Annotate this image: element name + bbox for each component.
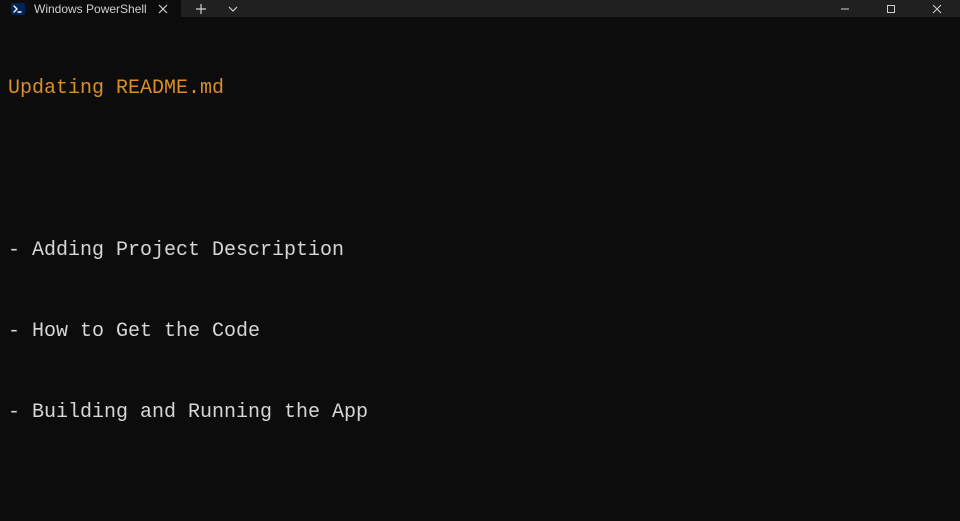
minimize-button[interactable] — [822, 0, 868, 17]
commit-bullet: - Building and Running the App — [8, 399, 952, 426]
tab-close-button[interactable] — [155, 1, 171, 17]
terminal-viewport[interactable]: Updating README.md - Adding Project Desc… — [0, 17, 960, 521]
maximize-button[interactable] — [868, 0, 914, 17]
tab-powershell[interactable]: Windows PowerShell — [0, 0, 181, 17]
blank-line — [8, 480, 952, 507]
titlebar: Windows PowerShell — [0, 0, 960, 17]
tab-actions — [181, 0, 253, 17]
tab-dropdown-button[interactable] — [219, 0, 247, 17]
blank-line — [8, 156, 952, 183]
titlebar-drag-area[interactable] — [253, 0, 822, 17]
powershell-icon — [10, 1, 26, 17]
window-controls — [822, 0, 960, 17]
commit-bullet: - Adding Project Description — [8, 237, 952, 264]
close-window-button[interactable] — [914, 0, 960, 17]
tab-title: Windows PowerShell — [34, 2, 147, 16]
new-tab-button[interactable] — [187, 0, 215, 17]
commit-bullet: - How to Get the Code — [8, 318, 952, 345]
commit-subject: Updating README.md — [8, 75, 952, 102]
